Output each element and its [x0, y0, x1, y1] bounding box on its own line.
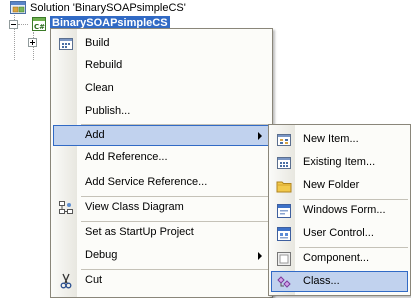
- menu-item-label: Build: [85, 37, 110, 49]
- menu-item-new-item[interactable]: New Item...: [271, 129, 408, 150]
- menu-item-debug[interactable]: Debug: [53, 245, 270, 266]
- project-context-menu: Build Rebuild Clean Publish... Add Add R…: [50, 28, 273, 298]
- csharp-project-icon: C#: [31, 16, 47, 32]
- new-item-icon: [276, 132, 292, 148]
- class-diagram-icon: [58, 200, 74, 216]
- svg-text:C#: C#: [34, 23, 45, 31]
- user-control-icon: [276, 226, 292, 242]
- collapse-toggle[interactable]: [9, 20, 18, 29]
- expand-toggle[interactable]: [28, 38, 37, 47]
- menu-item-label: Publish...: [85, 105, 131, 117]
- menu-item-add[interactable]: Add: [53, 125, 270, 146]
- menu-item-label: Windows Form...: [303, 204, 386, 216]
- menu-item-new-folder[interactable]: New Folder: [271, 175, 408, 196]
- menu-item-label: New Folder: [303, 179, 360, 191]
- existing-item-icon: [276, 155, 292, 171]
- menu-item-user-control[interactable]: User Control...: [271, 223, 408, 244]
- build-icon: [58, 36, 74, 52]
- menu-item-label: Add Service Reference...: [85, 176, 208, 188]
- menu-item-label: Add: [85, 129, 105, 141]
- menu-item-rebuild[interactable]: Rebuild: [53, 55, 270, 76]
- menu-item-add-service-reference[interactable]: Add Service Reference...: [53, 172, 270, 193]
- windows-form-icon: [276, 203, 292, 219]
- submenu-arrow-icon: [258, 252, 262, 260]
- menu-item-label: Add Reference...: [85, 151, 168, 163]
- menu-item-label: Existing Item...: [303, 156, 376, 168]
- menu-item-label: Clean: [85, 82, 114, 94]
- add-submenu: New Item... Existing Item... New Folder: [268, 124, 411, 296]
- menu-item-class[interactable]: Class...: [271, 271, 408, 292]
- menu-item-existing-item[interactable]: Existing Item...: [271, 152, 408, 173]
- solution-label: Solution 'BinarySOAPsimpleCS': [30, 2, 186, 14]
- menu-item-label: Debug: [85, 249, 118, 261]
- menu-item-label: View Class Diagram: [85, 201, 184, 213]
- solution-icon: [10, 1, 26, 15]
- tree-connector: [14, 10, 15, 60]
- menu-item-label: Set as StartUp Project: [85, 226, 194, 238]
- menu-item-label: New Item...: [303, 133, 359, 145]
- menu-item-set-startup-project[interactable]: Set as StartUp Project: [53, 222, 270, 243]
- menu-item-label: User Control...: [303, 227, 374, 239]
- menu-item-view-class-diagram[interactable]: View Class Diagram: [53, 197, 270, 218]
- menu-item-cut[interactable]: Cut: [53, 270, 270, 291]
- menu-item-publish[interactable]: Publish...: [53, 101, 270, 122]
- component-icon: [276, 251, 292, 267]
- scissors-icon: [58, 273, 74, 289]
- submenu-arrow-icon: [258, 132, 262, 140]
- folder-icon: [276, 178, 292, 194]
- class-icon: [276, 274, 292, 290]
- menu-item-clean[interactable]: Clean: [53, 78, 270, 99]
- menu-item-build[interactable]: Build: [53, 33, 270, 54]
- menu-item-component[interactable]: Component...: [271, 248, 408, 269]
- menu-item-label: Class...: [303, 275, 340, 287]
- menu-item-add-reference[interactable]: Add Reference...: [53, 147, 270, 168]
- tree-connector: [18, 24, 28, 25]
- menu-item-label: Cut: [85, 274, 103, 286]
- menu-item-label: Component...: [303, 252, 370, 264]
- menu-item-windows-form[interactable]: Windows Form...: [271, 200, 408, 221]
- menu-item-label: Rebuild: [85, 59, 123, 71]
